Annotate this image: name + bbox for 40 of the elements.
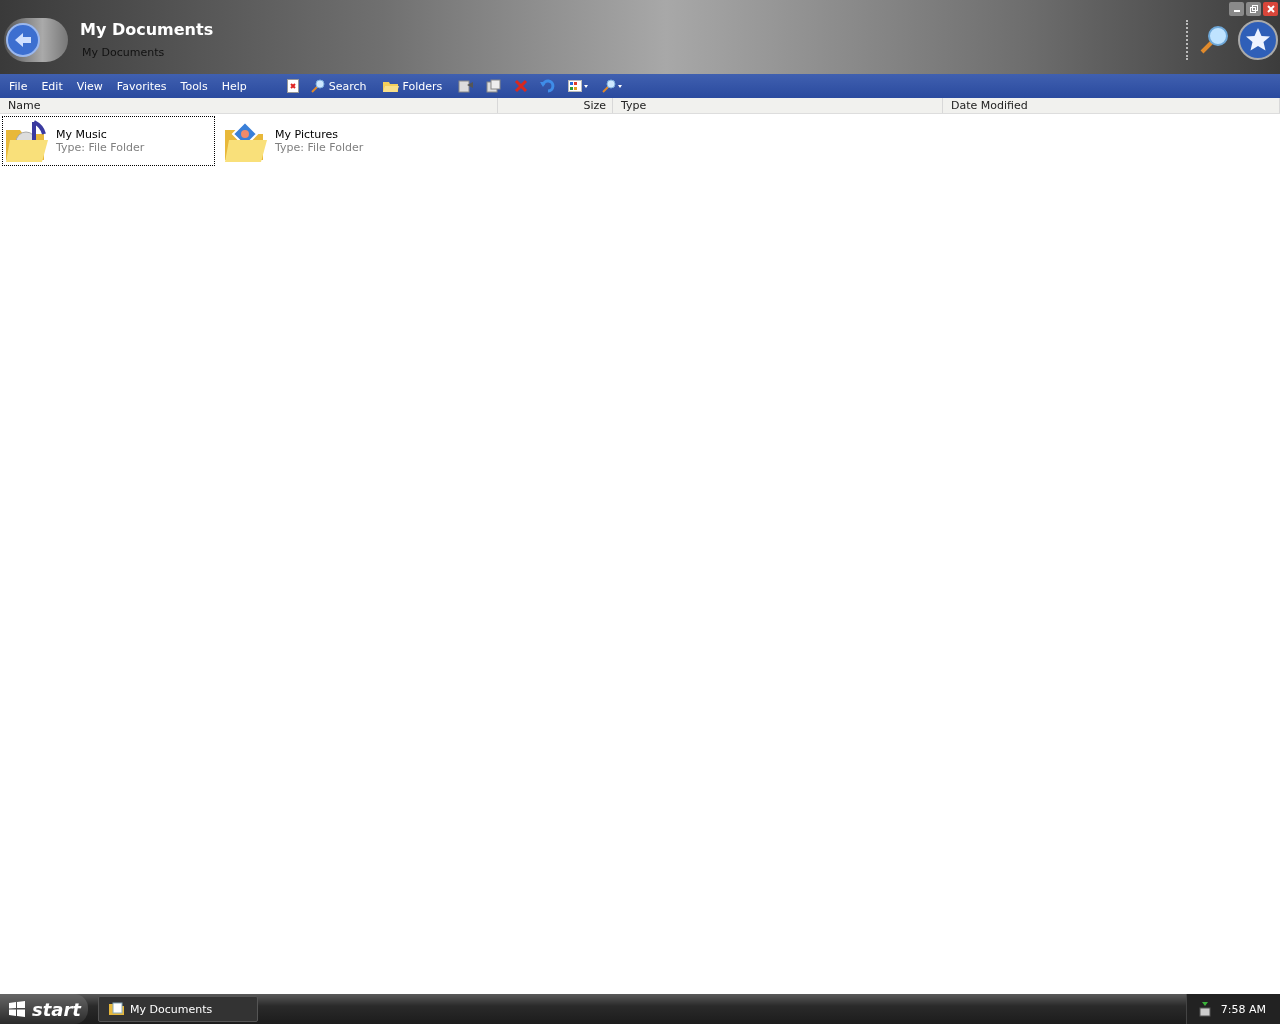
folder-item[interactable]: My Music Type: File Folder <box>2 116 215 166</box>
folder-item[interactable]: My Pictures Type: File Folder <box>221 116 434 166</box>
folder-type: Type: File Folder <box>275 141 364 154</box>
menu-item[interactable]: View <box>76 79 103 93</box>
windows-logo-icon <box>8 1001 26 1017</box>
clock: 7:58 AM <box>1220 1002 1266 1016</box>
folder-icon <box>4 118 50 164</box>
search-button[interactable]: Search <box>306 79 371 93</box>
folder-name: My Music <box>56 128 108 141</box>
folder-type: Type: File Folder <box>56 141 145 154</box>
menu-item[interactable]: File <box>9 79 28 93</box>
folder-icon <box>109 1002 125 1016</box>
restore-icon <box>1249 5 1258 13</box>
folders-button[interactable]: Folders <box>378 79 447 93</box>
folder-icon <box>382 79 399 93</box>
views-icon[interactable] <box>568 80 591 92</box>
search-dropdown-icon[interactable] <box>602 79 625 93</box>
menu-item[interactable]: Help <box>221 79 247 93</box>
document-icon[interactable] <box>286 79 299 93</box>
restore-button[interactable] <box>1246 2 1261 16</box>
minimize-button[interactable] <box>1229 2 1244 16</box>
menu-item[interactable]: Favorites <box>116 79 167 93</box>
column-header[interactable]: Size <box>498 98 613 113</box>
column-header[interactable]: Name <box>0 98 498 113</box>
start-button[interactable]: start <box>0 994 88 1024</box>
network-icon[interactable] <box>1196 1001 1213 1017</box>
copy-to-icon[interactable] <box>486 79 503 93</box>
search-icon <box>310 79 325 93</box>
menu-item[interactable]: Edit <box>41 79 63 93</box>
taskbar-button[interactable]: My Documents <box>98 996 258 1022</box>
close-button[interactable] <box>1263 2 1278 16</box>
column-header[interactable]: Date Modified <box>943 98 1280 113</box>
close-icon <box>1266 5 1275 13</box>
move-to-icon[interactable] <box>458 79 475 93</box>
folder-name: My Pictures <box>275 128 340 141</box>
search-icon[interactable] <box>1198 24 1230 56</box>
menu-item[interactable]: Tools <box>180 79 208 93</box>
window-title: My Documents <box>80 20 214 39</box>
column-header[interactable]: Type <box>613 98 943 113</box>
back-button[interactable] <box>4 18 68 62</box>
